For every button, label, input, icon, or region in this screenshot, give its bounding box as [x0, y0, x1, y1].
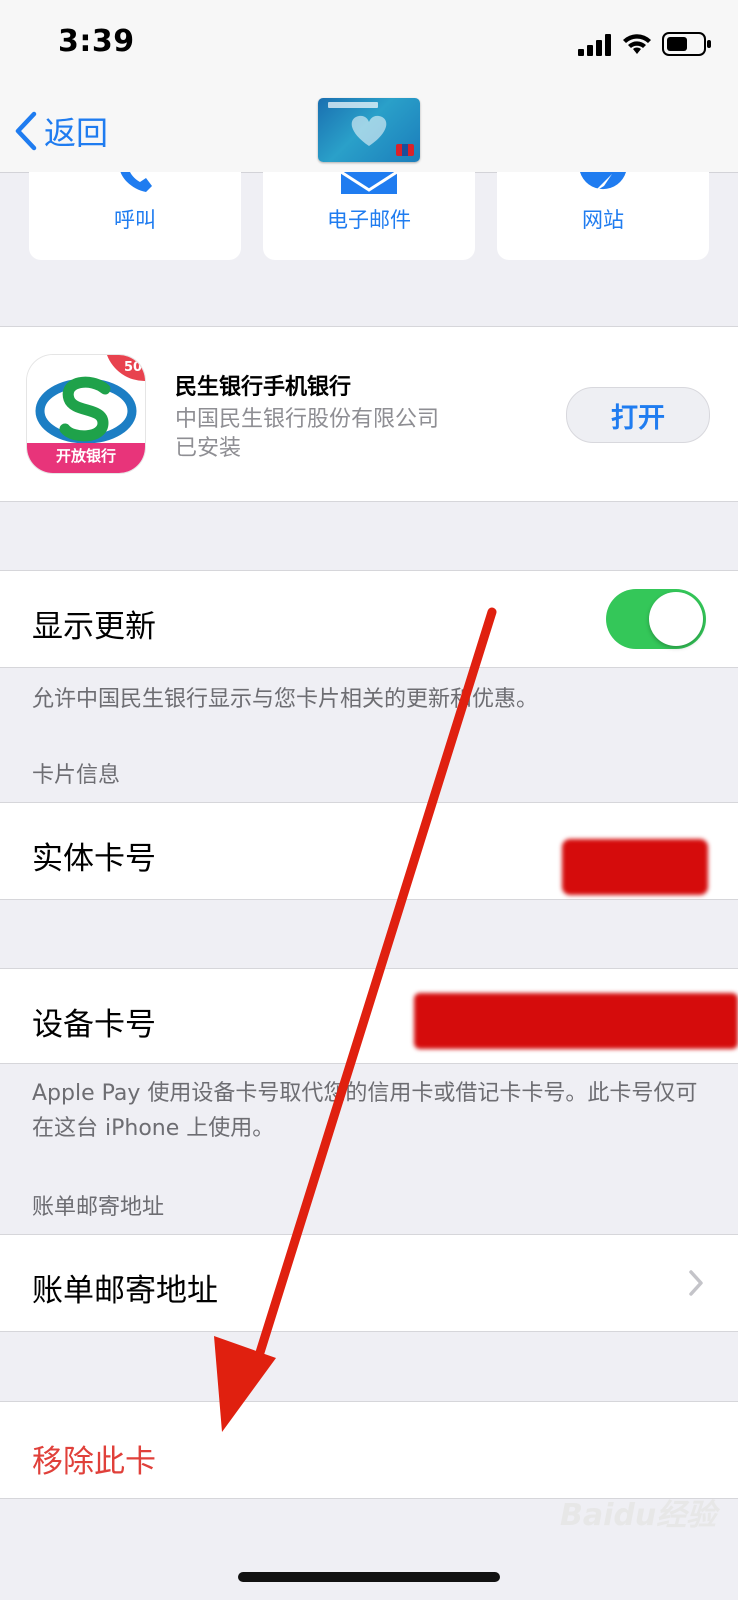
- device-card-number-row[interactable]: 设备卡号: [0, 968, 738, 1064]
- email-action[interactable]: 电子邮件: [263, 172, 475, 260]
- show-updates-footer: 允许中国民生银行显示与您卡片相关的更新和优惠。: [32, 687, 539, 712]
- battery-icon: [662, 32, 711, 56]
- call-action[interactable]: 呼叫: [29, 172, 241, 260]
- status-bar: 3:39: [0, 0, 738, 90]
- mail-icon: [341, 172, 397, 194]
- phone-icon: [120, 172, 152, 192]
- billing-header: 账单邮寄地址: [32, 1195, 165, 1220]
- toggle-knob: [649, 592, 703, 646]
- remove-card-row[interactable]: 移除此卡: [0, 1401, 738, 1499]
- card-thumbnail: [318, 98, 420, 162]
- physical-card-number-redaction: [562, 839, 708, 895]
- email-label: 电子邮件: [327, 208, 411, 232]
- cellular-signal-icon: [578, 34, 611, 56]
- billing-address-label: 账单邮寄地址: [32, 1273, 218, 1309]
- app-icon[interactable]: 50 开放银行: [27, 355, 145, 473]
- navigation-bar: 返回: [0, 90, 738, 173]
- wifi-icon: [623, 34, 651, 54]
- watermark: Baidu经验: [560, 1498, 717, 1533]
- app-icon-banner: 开放银行: [55, 447, 116, 465]
- status-time: 3:39: [58, 24, 135, 59]
- show-updates-row: 显示更新: [0, 570, 738, 668]
- home-indicator: [238, 1572, 500, 1582]
- app-company: 中国民生银行股份有限公司: [175, 407, 440, 432]
- physical-card-number-row[interactable]: 实体卡号: [0, 802, 738, 900]
- app-row: 50 开放银行 民生银行手机银行 中国民生银行股份有限公司 已安装 打开: [0, 326, 738, 502]
- back-button[interactable]: 返回: [14, 108, 108, 154]
- app-install-status: 已安装: [175, 436, 242, 461]
- physical-card-number-label: 实体卡号: [32, 841, 156, 877]
- card-info-header: 卡片信息: [32, 763, 121, 788]
- device-card-number-footer: Apple Pay 使用设备卡号取代您的信用卡或借记卡卡号。此卡号仅可在这台 i…: [32, 1081, 698, 1141]
- chevron-left-icon: [15, 111, 37, 151]
- compass-icon: [580, 172, 626, 192]
- call-label: 呼叫: [114, 208, 156, 232]
- remove-card-button[interactable]: 移除此卡: [32, 1436, 156, 1481]
- show-updates-label: 显示更新: [32, 609, 156, 645]
- back-label: 返回: [44, 114, 109, 152]
- billing-address-row[interactable]: 账单邮寄地址: [0, 1234, 738, 1332]
- device-card-number-redaction: [414, 993, 738, 1049]
- device-card-number-label: 设备卡号: [32, 1007, 156, 1043]
- app-name: 民生银行手机银行: [175, 375, 352, 400]
- chevron-right-icon: [689, 1270, 703, 1296]
- website-label: 网站: [582, 208, 624, 232]
- open-app-button[interactable]: 打开: [566, 387, 710, 443]
- app-icon-badge: 50: [124, 360, 142, 375]
- website-action[interactable]: 网站: [497, 172, 709, 260]
- show-updates-toggle[interactable]: [606, 589, 706, 649]
